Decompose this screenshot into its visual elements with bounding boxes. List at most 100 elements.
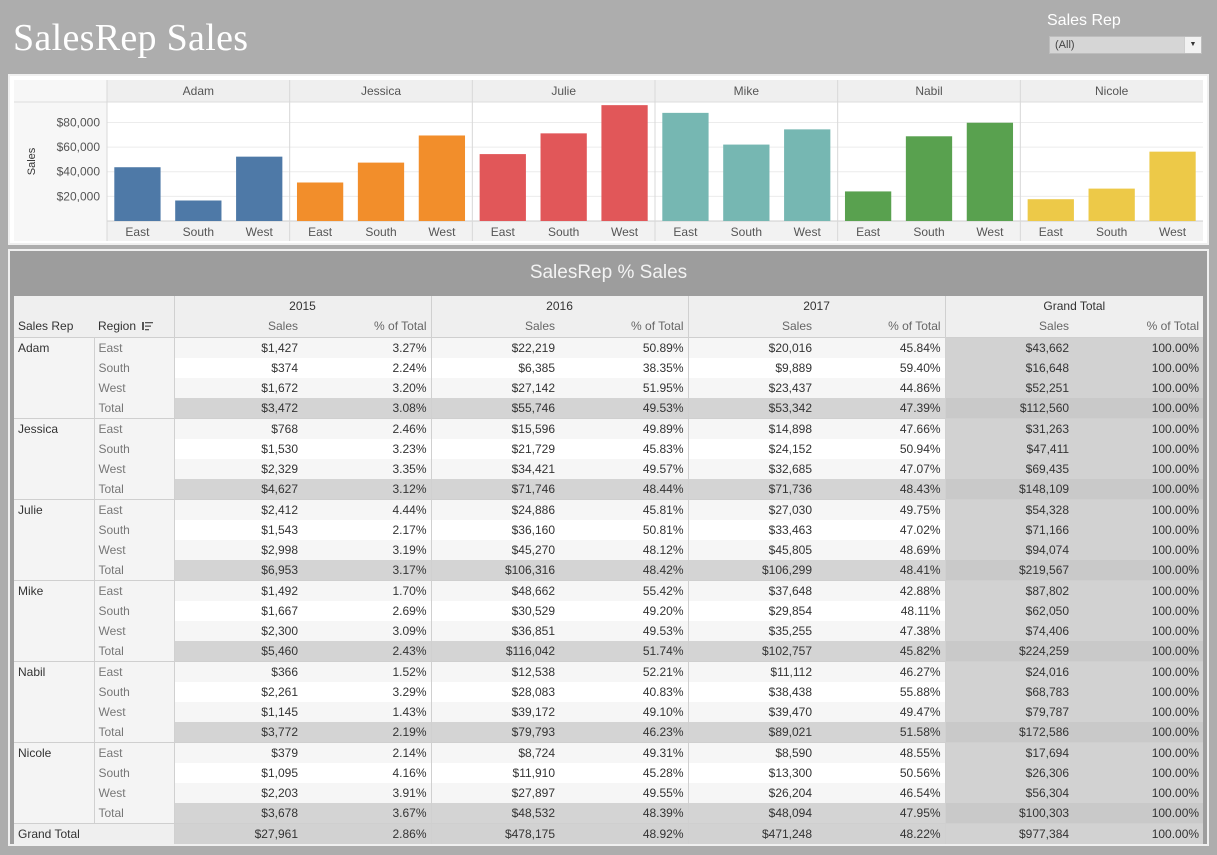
sales-value-cell[interactable]: $1,095 (174, 762, 302, 783)
sales-value-cell[interactable]: $48,094 (688, 802, 817, 824)
percent-value-cell[interactable]: 100.00% (1073, 397, 1204, 419)
sales-value-cell[interactable]: $35,255 (688, 620, 817, 641)
sales-value-cell[interactable]: $79,793 (431, 721, 560, 743)
region-cell[interactable]: East (94, 499, 175, 520)
sales-value-cell[interactable]: $27,142 (431, 377, 560, 398)
sales-value-cell[interactable]: $13,300 (688, 762, 817, 783)
sales-value-cell[interactable]: $224,259 (945, 640, 1074, 662)
sales-value-cell[interactable]: $8,590 (688, 742, 817, 763)
subtotal-row[interactable]: Total $3,772 2.19% $79,793 46.23% $89,021 51.5… (14, 721, 1204, 743)
percent-value-cell[interactable]: 47.38% (816, 620, 946, 641)
percent-value-cell[interactable]: 49.57% (559, 458, 689, 479)
percent-value-cell[interactable]: 100.00% (1073, 681, 1204, 702)
sales-value-cell[interactable]: $12,538 (431, 661, 560, 682)
percent-value-cell[interactable]: 1.52% (302, 661, 432, 682)
sales-value-cell[interactable]: $79,787 (945, 701, 1074, 722)
sales-value-cell[interactable]: $38,438 (688, 681, 817, 702)
sales-value-cell[interactable]: $6,385 (431, 357, 560, 378)
percent-value-cell[interactable]: 100.00% (1073, 721, 1204, 743)
sales-value-cell[interactable]: $6,953 (174, 559, 302, 581)
percent-value-cell[interactable]: 48.12% (559, 539, 689, 560)
percent-value-cell[interactable]: 45.83% (559, 438, 689, 459)
sales-value-cell[interactable]: $374 (174, 357, 302, 378)
percent-value-cell[interactable]: 55.88% (816, 681, 946, 702)
region-cell[interactable]: East (94, 580, 175, 601)
percent-value-cell[interactable]: 45.82% (816, 640, 946, 662)
sales-value-cell[interactable]: $48,532 (431, 802, 560, 824)
table-row[interactable]: South $1,543 2.17% $36,160 50.81% $33,463 47.0… (14, 519, 1204, 540)
region-cell[interactable]: West (94, 377, 175, 398)
sales-value-cell[interactable]: $34,421 (431, 458, 560, 479)
percent-value-cell[interactable]: 3.20% (302, 377, 432, 398)
percent-value-cell[interactable]: 47.07% (816, 458, 946, 479)
percent-value-cell[interactable]: 46.23% (559, 721, 689, 743)
percent-value-cell[interactable]: 49.31% (559, 742, 689, 763)
percent-value-cell[interactable]: 100.00% (1073, 377, 1204, 398)
percent-value-cell[interactable]: 2.46% (302, 418, 432, 439)
percent-value-cell[interactable]: 50.56% (816, 762, 946, 783)
table-row[interactable]: South $1,095 4.16% $11,910 45.28% $13,300 50.5… (14, 762, 1204, 783)
percent-value-cell[interactable]: 49.53% (559, 397, 689, 419)
region-cell[interactable]: Total (94, 397, 175, 419)
percent-value-cell[interactable]: 100.00% (1073, 539, 1204, 560)
sales-value-cell[interactable]: $55,746 (431, 397, 560, 419)
sales-value-cell[interactable]: $24,152 (688, 438, 817, 459)
percent-value-cell[interactable]: 100.00% (1073, 782, 1204, 803)
sales-rep-column-header[interactable]: Sales Rep (14, 316, 94, 337)
table-row[interactable]: Nabil East $366 1.52% $12,538 52.21% $11,112 46… (14, 661, 1204, 743)
sales-value-cell[interactable]: $1,667 (174, 600, 302, 621)
sales-value-cell[interactable]: $27,030 (688, 499, 817, 520)
percent-value-cell[interactable]: 3.09% (302, 620, 432, 641)
sales-value-cell[interactable]: $102,757 (688, 640, 817, 662)
percent-value-cell[interactable]: 51.95% (559, 377, 689, 398)
sales-value-cell[interactable]: $36,851 (431, 620, 560, 641)
percent-value-cell[interactable]: 47.39% (816, 397, 946, 419)
sales-value-cell[interactable]: $71,746 (431, 478, 560, 500)
percent-value-cell[interactable]: 42.88% (816, 580, 946, 601)
percent-value-cell[interactable]: 3.29% (302, 681, 432, 702)
sales-value-cell[interactable]: $5,460 (174, 640, 302, 662)
percent-value-cell[interactable]: 2.43% (302, 640, 432, 662)
percent-value-cell[interactable]: 48.55% (816, 742, 946, 763)
subtotal-row[interactable]: Total $5,460 2.43% $116,042 51.74% $102,757 45… (14, 640, 1204, 662)
percent-value-cell[interactable]: 2.19% (302, 721, 432, 743)
sales-value-cell[interactable]: $977,384 (945, 823, 1074, 844)
percent-value-cell[interactable]: 100.00% (1073, 438, 1204, 459)
percent-value-cell[interactable]: 100.00% (1073, 762, 1204, 783)
percent-value-cell[interactable]: 100.00% (1073, 357, 1204, 378)
sales-value-cell[interactable]: $20,016 (688, 337, 817, 358)
sales-value-cell[interactable]: $28,083 (431, 681, 560, 702)
table-row[interactable]: West $2,329 3.35% $34,421 49.57% $32,685 47.07… (14, 458, 1204, 479)
sales-value-cell[interactable]: $768 (174, 418, 302, 439)
percent-value-cell[interactable]: 2.14% (302, 742, 432, 763)
percent-value-cell[interactable]: 45.84% (816, 337, 946, 358)
sales-value-cell[interactable]: $21,729 (431, 438, 560, 459)
sales-value-cell[interactable]: $2,329 (174, 458, 302, 479)
region-cell[interactable]: West (94, 539, 175, 560)
sales-value-cell[interactable]: $8,724 (431, 742, 560, 763)
percent-value-cell[interactable]: 100.00% (1073, 337, 1204, 358)
percent-value-cell[interactable]: 100.00% (1073, 418, 1204, 439)
sales-rep-filter-dropdown[interactable]: (All) ▼ (1049, 36, 1202, 54)
sales-value-cell[interactable]: $33,463 (688, 519, 817, 540)
percent-value-cell[interactable]: 47.66% (816, 418, 946, 439)
sales-value-cell[interactable]: $2,261 (174, 681, 302, 702)
percent-value-cell[interactable]: 100.00% (1073, 640, 1204, 662)
sales-value-cell[interactable]: $1,530 (174, 438, 302, 459)
percent-value-cell[interactable]: 49.47% (816, 701, 946, 722)
sales-value-cell[interactable]: $30,529 (431, 600, 560, 621)
subtotal-row[interactable]: Total $3,678 3.67% $48,532 48.39% $48,094 47.9… (14, 802, 1204, 824)
region-cell[interactable]: South (94, 681, 175, 702)
sales-value-cell[interactable]: $17,694 (945, 742, 1074, 763)
bar-jessica-east[interactable] (296, 182, 344, 221)
percent-value-cell[interactable]: 48.42% (559, 559, 689, 581)
percent-value-cell[interactable]: 2.69% (302, 600, 432, 621)
bar-mike-east[interactable] (662, 112, 709, 221)
region-cell[interactable]: East (94, 661, 175, 682)
percent-value-cell[interactable]: 38.35% (559, 357, 689, 378)
percent-value-cell[interactable]: 100.00% (1073, 701, 1204, 722)
sales-value-cell[interactable]: $27,897 (431, 782, 560, 803)
region-cell[interactable]: South (94, 519, 175, 540)
sales-rep-cell[interactable]: Nicole (14, 742, 95, 824)
percent-value-cell[interactable]: 2.24% (302, 357, 432, 378)
